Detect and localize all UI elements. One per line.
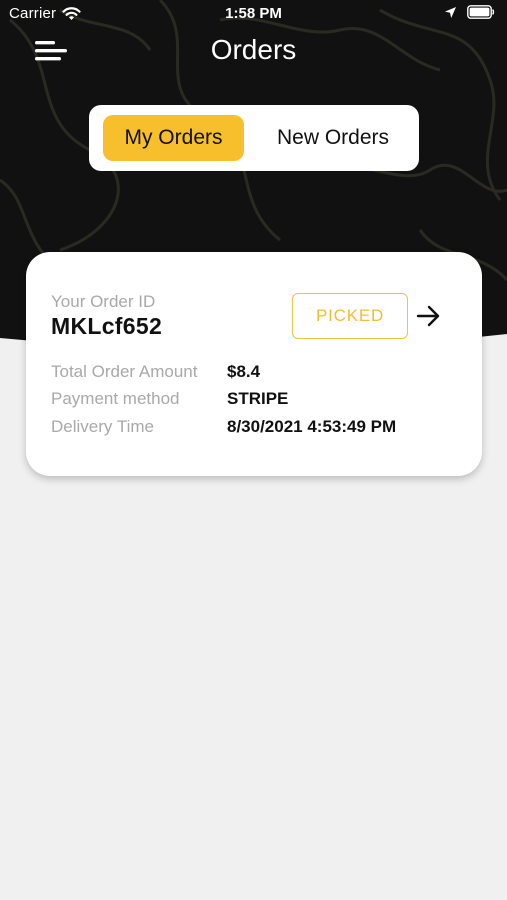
- status-right: [444, 5, 495, 19]
- tab-my-orders[interactable]: My Orders: [103, 115, 244, 161]
- field-label: Payment method: [51, 389, 180, 408]
- field-value: $8.4: [227, 362, 261, 381]
- battery-icon: [467, 5, 495, 19]
- status-bar: Carrier 1:58 PM: [0, 0, 507, 28]
- order-id-label: Your Order ID: [51, 292, 156, 311]
- tab-new-orders[interactable]: New Orders: [261, 115, 405, 161]
- orders-screen: Carrier 1:58 PM Orders My Orders New Ord…: [0, 0, 507, 900]
- page-title: Orders: [210, 34, 297, 65]
- field-value: STRIPE: [227, 389, 289, 408]
- orders-tab-switcher: My Orders New Orders: [89, 105, 419, 171]
- location-icon: [445, 6, 456, 18]
- status-badge: PICKED: [292, 293, 408, 339]
- field-label: Delivery Time: [51, 417, 154, 436]
- arrow-right-icon[interactable]: [416, 304, 442, 328]
- field-label: Total Order Amount: [51, 362, 198, 381]
- field-value: 8/30/2021 4:53:49 PM: [227, 417, 397, 436]
- status-time: 1:58 PM: [225, 5, 282, 22]
- order-card[interactable]: Your Order ID MKLcf652 PICKED Total Orde…: [26, 252, 482, 476]
- order-id: MKLcf652: [51, 313, 163, 339]
